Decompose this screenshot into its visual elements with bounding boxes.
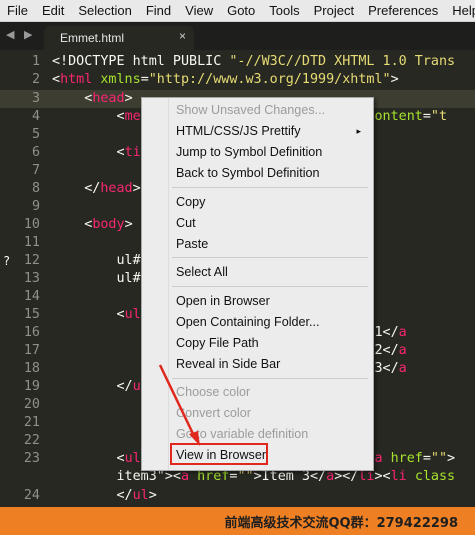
footer-banner: 前端高级技术交流QQ群：279422298 [0, 507, 475, 535]
annotation-arrow-icon [158, 364, 200, 446]
footer-text: 前端高级技术交流QQ群：279422298 [224, 516, 458, 531]
